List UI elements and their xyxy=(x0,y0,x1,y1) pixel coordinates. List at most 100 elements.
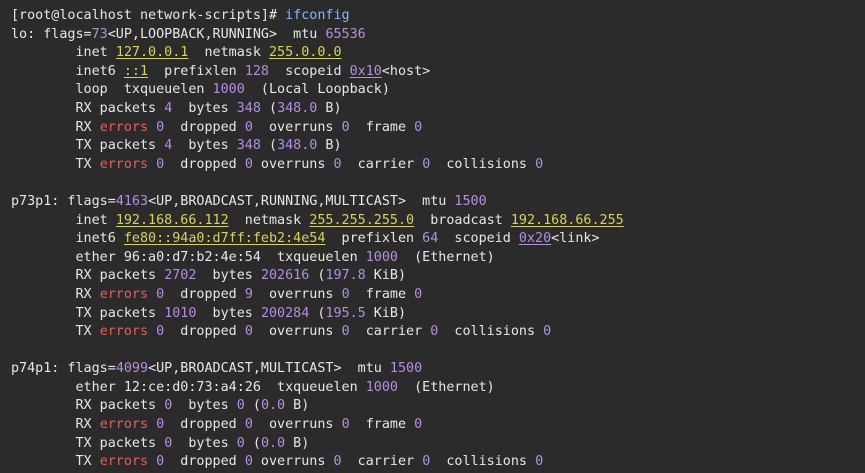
output-line: loop txqueuelen 1000 (Local Loopback) xyxy=(11,81,624,100)
address-value: 127.0.0.1 xyxy=(115,45,189,61)
output-text: inet xyxy=(11,45,116,61)
output-line: RX packets 0 bytes 0 (0.0 B) xyxy=(11,397,624,416)
output-text: overruns xyxy=(252,286,342,302)
numeric-value: 0 xyxy=(244,156,253,172)
scope-id-value: 0x20 xyxy=(518,231,552,247)
numeric-value: 348.0 xyxy=(277,100,318,116)
output-line: TX packets 4 bytes 348 (348.0 B) xyxy=(11,137,624,156)
numeric-value: 202616 xyxy=(260,268,310,284)
output-text: loop txqueuelen xyxy=(11,82,213,98)
numeric-value: 65536 xyxy=(325,26,366,42)
terminal-output[interactable]: [root@localhost network-scripts]# ifconf… xyxy=(11,7,624,472)
numeric-value: 0 xyxy=(341,324,350,340)
output-line: TX errors 0 dropped 0 overruns 0 carrier… xyxy=(11,323,624,342)
terminal-window[interactable]: [root@localhost network-scripts]# ifconf… xyxy=(0,0,865,473)
numeric-value: 0 xyxy=(341,417,350,433)
output-text: TX packets xyxy=(11,435,165,451)
output-text: collisions xyxy=(438,324,544,340)
output-text: carrier xyxy=(341,156,423,172)
output-line: RX errors 0 dropped 0 overruns 0 frame 0 xyxy=(11,416,624,435)
output-text: RX xyxy=(11,286,100,302)
output-text: netmask xyxy=(228,212,310,228)
command-line: [root@localhost network-scripts]# ifconf… xyxy=(11,7,624,26)
numeric-value: 0 xyxy=(333,454,342,470)
numeric-value: 0 xyxy=(156,119,165,135)
output-text: scopeid xyxy=(438,231,519,247)
scope-id-value: 0x10 xyxy=(349,63,382,79)
numeric-value: 348 xyxy=(236,138,261,154)
output-text: lo: flags= xyxy=(11,26,92,42)
output-text: overruns xyxy=(252,324,342,340)
output-text: dropped xyxy=(164,286,245,302)
output-text: RX packets xyxy=(11,268,165,284)
output-line: ether 12:ce:d0:73:a4:26 txqueuelen 1000 … xyxy=(11,379,624,398)
output-text: carrier xyxy=(349,324,431,340)
output-text: scopeid xyxy=(269,63,350,79)
output-line: RX errors 0 dropped 0 overruns 0 frame 0 xyxy=(11,119,624,138)
output-text: <UP,BROADCAST,MULTICAST> xyxy=(148,361,342,377)
output-text: p73p1: flags= xyxy=(11,193,116,209)
errors-label: errors xyxy=(99,454,149,470)
numeric-value: 0 xyxy=(414,286,423,302)
address-value: 192.168.66.255 xyxy=(510,212,624,228)
output-line: RX packets 4 bytes 348 (348.0 B) xyxy=(11,100,624,119)
numeric-value: 195.5 xyxy=(325,305,366,321)
output-line: TX packets 0 bytes 0 (0.0 B) xyxy=(11,435,624,454)
output-text: collisions xyxy=(430,454,536,470)
output-text: bytes xyxy=(196,305,261,321)
numeric-value: 73 xyxy=(91,26,108,42)
output-text: mtu xyxy=(277,26,326,42)
numeric-value: 0 xyxy=(156,417,165,433)
numeric-value: 1500 xyxy=(389,361,423,377)
numeric-value: 4163 xyxy=(115,193,149,209)
output-text: inet6 xyxy=(11,231,124,247)
errors-label: errors xyxy=(99,417,149,433)
output-text: collisions xyxy=(430,156,536,172)
numeric-value: 0 xyxy=(414,417,423,433)
output-text: dropped xyxy=(164,156,245,172)
output-text: bytes xyxy=(172,100,237,116)
numeric-value: 348.0 xyxy=(277,138,318,154)
numeric-value: 0 xyxy=(244,324,253,340)
output-line: TX errors 0 dropped 0 overruns 0 carrier… xyxy=(11,453,624,472)
address-value: 192.168.66.112 xyxy=(115,212,229,228)
numeric-value: 348 xyxy=(236,100,261,116)
output-text: ether xyxy=(11,249,124,265)
output-text: TX packets xyxy=(11,138,165,154)
output-line: TX packets 1010 bytes 200284 (195.5 KiB) xyxy=(11,305,624,324)
numeric-value: 0 xyxy=(236,435,245,451)
output-line: RX errors 0 dropped 9 overruns 0 frame 0 xyxy=(11,286,624,305)
output-text: ( xyxy=(309,268,326,284)
output-text: <UP,BROADCAST,RUNNING,MULTICAST> xyxy=(148,193,407,209)
numeric-value: 1000 xyxy=(365,249,398,265)
numeric-value: 200284 xyxy=(260,305,310,321)
output-text: frame xyxy=(349,119,415,135)
numeric-value: 0 xyxy=(333,156,342,172)
output-text: bytes xyxy=(196,268,261,284)
output-text: frame xyxy=(349,417,415,433)
numeric-value: 64 xyxy=(422,231,439,247)
numeric-value: 0 xyxy=(535,454,544,470)
output-text: mtu xyxy=(341,361,390,377)
output-text: dropped xyxy=(164,417,245,433)
output-text: <UP,LOOPBACK,RUNNING> xyxy=(107,26,278,42)
output-text: dropped xyxy=(164,119,245,135)
output-text: bytes xyxy=(172,398,237,414)
numeric-value: 0 xyxy=(543,324,552,340)
output-text: prefixlen xyxy=(148,63,245,79)
output-text: ( xyxy=(260,100,278,116)
address-value: 255.0.0.0 xyxy=(269,45,342,61)
output-text: TX xyxy=(11,156,100,172)
output-line: RX packets 2702 bytes 202616 (197.8 KiB) xyxy=(11,267,624,286)
numeric-value: 0.0 xyxy=(260,398,286,414)
output-text: ether xyxy=(11,379,124,395)
output-text: overruns xyxy=(252,119,342,135)
output-text: dropped xyxy=(164,324,245,340)
numeric-value: 0 xyxy=(156,454,165,470)
output-text: (Ethernet) xyxy=(398,379,495,395)
output-text: netmask xyxy=(188,45,269,61)
